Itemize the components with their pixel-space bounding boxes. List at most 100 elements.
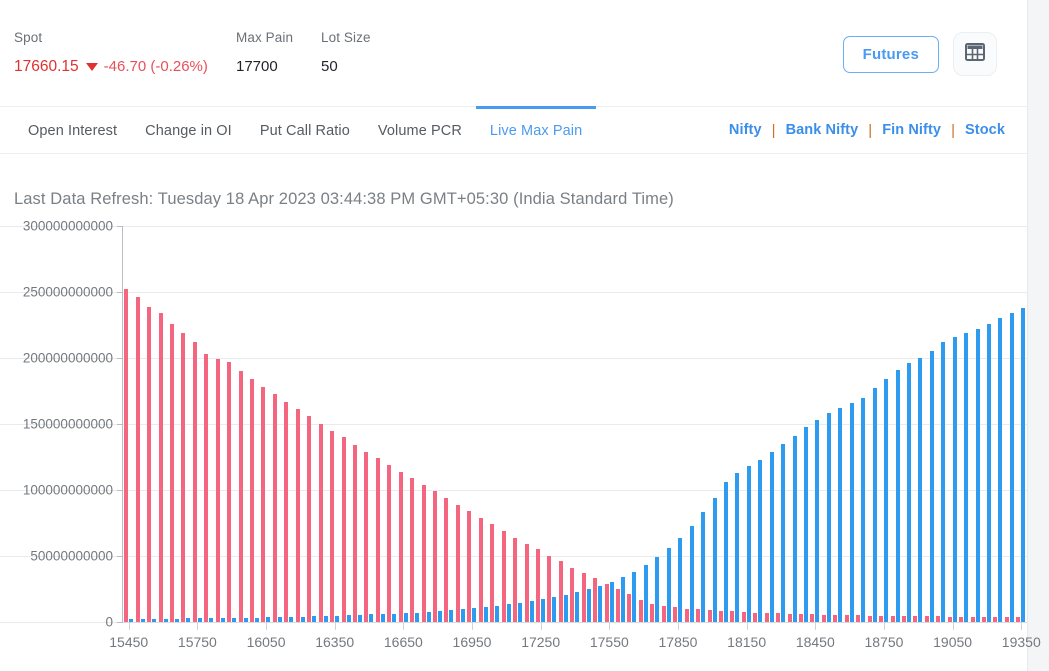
bar-group[interactable] [764, 226, 775, 622]
bar-group[interactable] [661, 226, 672, 622]
put-loss-bar[interactable] [712, 497, 717, 622]
put-loss-bar[interactable] [415, 612, 420, 622]
tab-volume-pcr[interactable]: Volume PCR [364, 106, 476, 153]
tab-open-interest[interactable]: Open Interest [14, 106, 131, 153]
call-loss-bar[interactable] [707, 610, 712, 622]
index-link-fin-nifty[interactable]: Fin Nifty [872, 122, 951, 138]
call-loss-bar[interactable] [799, 614, 804, 622]
put-loss-bar[interactable] [781, 443, 786, 622]
put-loss-bar[interactable] [723, 482, 728, 622]
call-loss-bar[interactable] [215, 359, 220, 622]
bar-group[interactable] [901, 226, 912, 622]
bar-group[interactable] [180, 226, 191, 622]
bar-group[interactable] [844, 226, 855, 622]
put-loss-bar[interactable] [918, 358, 923, 622]
call-loss-bar[interactable] [250, 379, 255, 622]
call-loss-bar[interactable] [169, 323, 174, 622]
put-loss-bar[interactable] [826, 413, 831, 622]
bar-group[interactable] [981, 226, 992, 622]
bar-group[interactable] [821, 226, 832, 622]
call-loss-bar[interactable] [478, 517, 483, 622]
call-loss-bar[interactable] [856, 615, 861, 622]
put-loss-bar[interactable] [357, 614, 362, 622]
call-loss-bar[interactable] [421, 484, 426, 622]
call-loss-bar[interactable] [204, 354, 209, 622]
call-loss-bar[interactable] [318, 424, 323, 622]
put-loss-bar[interactable] [1009, 313, 1014, 622]
bar-group[interactable] [363, 226, 374, 622]
put-loss-bar[interactable] [380, 614, 385, 622]
put-loss-bar[interactable] [849, 402, 854, 622]
bar-group[interactable] [775, 226, 786, 622]
put-loss-bar[interactable] [540, 599, 545, 622]
put-loss-bar[interactable] [952, 336, 957, 622]
put-loss-bar[interactable] [369, 614, 374, 622]
bar-group[interactable] [592, 226, 603, 622]
put-loss-bar[interactable] [804, 426, 809, 622]
bar-group[interactable] [409, 226, 420, 622]
put-loss-bar[interactable] [529, 601, 534, 622]
bar-group[interactable] [157, 226, 168, 622]
bar-group[interactable] [535, 226, 546, 622]
bar-group[interactable] [924, 226, 935, 622]
put-loss-bar[interactable] [758, 459, 763, 622]
put-loss-bar[interactable] [701, 512, 706, 622]
call-loss-bar[interactable] [833, 614, 838, 622]
bar-group[interactable] [569, 226, 580, 622]
put-loss-bar[interactable] [929, 351, 934, 622]
call-loss-bar[interactable] [501, 530, 506, 622]
call-loss-bar[interactable] [821, 614, 826, 622]
bar-group[interactable] [169, 226, 180, 622]
bar-group[interactable] [626, 226, 637, 622]
put-loss-bar[interactable] [884, 379, 889, 622]
call-loss-bar[interactable] [730, 611, 735, 622]
call-loss-bar[interactable] [581, 573, 586, 622]
put-loss-bar[interactable] [1021, 307, 1026, 622]
put-loss-bar[interactable] [678, 537, 683, 622]
bar-group[interactable] [203, 226, 214, 622]
call-loss-bar[interactable] [638, 599, 643, 622]
put-loss-bar[interactable] [872, 388, 877, 622]
put-loss-bar[interactable] [815, 420, 820, 622]
put-loss-bar[interactable] [895, 369, 900, 622]
call-loss-bar[interactable] [570, 567, 575, 622]
call-loss-bar[interactable] [684, 608, 689, 622]
bar-group[interactable] [809, 226, 820, 622]
put-loss-bar[interactable] [632, 571, 637, 622]
call-loss-bar[interactable] [696, 609, 701, 622]
index-link-stock[interactable]: Stock [955, 122, 1015, 138]
put-loss-bar[interactable] [666, 548, 671, 622]
bar-group[interactable] [649, 226, 660, 622]
bar-group[interactable] [603, 226, 614, 622]
bar-group[interactable] [249, 226, 260, 622]
bar-group[interactable] [832, 226, 843, 622]
bar-group[interactable] [192, 226, 203, 622]
put-loss-bar[interactable] [346, 615, 351, 622]
call-loss-bar[interactable] [364, 451, 369, 622]
call-loss-bar[interactable] [124, 289, 129, 622]
bar-group[interactable] [420, 226, 431, 622]
call-loss-bar[interactable] [433, 491, 438, 622]
put-loss-bar[interactable] [506, 604, 511, 622]
bar-group[interactable] [1015, 226, 1026, 622]
bar-group[interactable] [500, 226, 511, 622]
call-loss-bar[interactable] [352, 445, 357, 622]
index-link-nifty[interactable]: Nifty [719, 122, 772, 138]
bar-group[interactable] [375, 226, 386, 622]
call-loss-bar[interactable] [227, 361, 232, 622]
bar-group[interactable] [512, 226, 523, 622]
bar-group[interactable] [935, 226, 946, 622]
futures-button[interactable]: Futures [842, 35, 939, 73]
put-loss-bar[interactable] [987, 323, 992, 622]
bar-group[interactable] [398, 226, 409, 622]
bar-group[interactable] [969, 226, 980, 622]
tab-change-in-oi[interactable]: Change in OI [131, 106, 246, 153]
call-loss-bar[interactable] [753, 612, 758, 622]
bar-group[interactable] [855, 226, 866, 622]
put-loss-bar[interactable] [609, 581, 614, 622]
call-loss-bar[interactable] [627, 594, 632, 622]
bar-group[interactable] [237, 226, 248, 622]
bar-group[interactable] [706, 226, 717, 622]
put-loss-bar[interactable] [964, 332, 969, 622]
call-loss-bar[interactable] [295, 409, 300, 622]
